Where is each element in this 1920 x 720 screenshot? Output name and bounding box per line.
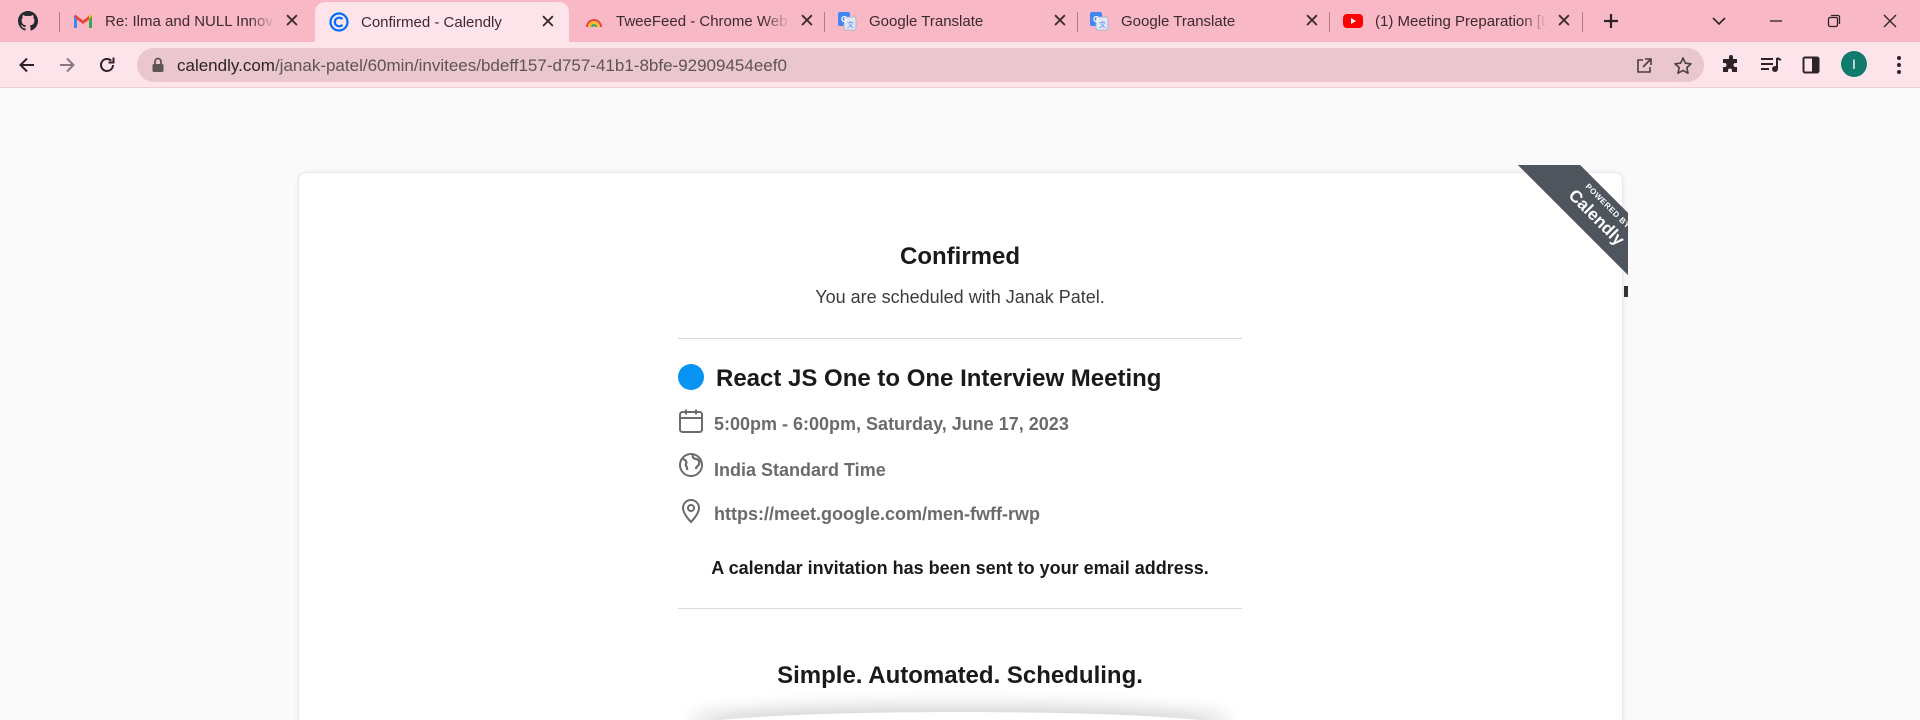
tab-google-translate[interactable]: G文 Google Translate ✕ xyxy=(837,0,1071,42)
address-bar[interactable]: calendly.com/janak-patel/60min/invitees/… xyxy=(137,48,1704,82)
browser-toolbar: calendly.com/janak-patel/60min/invitees/… xyxy=(0,42,1920,88)
event-color-dot xyxy=(678,364,704,390)
ribbon-band: POWERED BY Calendly xyxy=(1516,165,1628,297)
tab-separator xyxy=(824,12,825,32)
globe-icon xyxy=(678,452,704,478)
plus-icon xyxy=(1604,14,1618,28)
tab-title: (1) Meeting Preparation [L xyxy=(1375,12,1547,30)
close-icon[interactable]: ✕ xyxy=(796,10,818,32)
tab-strip: Re: Ilma and NULL Innovation ✕ Confirmed… xyxy=(0,0,1920,42)
close-icon[interactable]: ✕ xyxy=(281,10,303,32)
forward-button[interactable] xyxy=(51,49,83,81)
star-icon[interactable] xyxy=(1672,55,1694,77)
reload-button[interactable] xyxy=(91,49,123,81)
calendar-icon xyxy=(678,408,704,434)
reload-icon xyxy=(100,57,115,72)
url-text: calendly.com/janak-patel/60min/invitees/… xyxy=(177,56,787,76)
restore-icon xyxy=(1827,14,1841,28)
tab-title: Re: Ilma and NULL Innovation xyxy=(105,12,275,30)
event-time: 5:00pm - 6:00pm, Saturday, June 17, 2023 xyxy=(714,414,1069,434)
invitation-sent-note: A calendar invitation has been sent to y… xyxy=(711,558,1209,578)
back-button[interactable] xyxy=(11,49,43,81)
tab-title: TweeFeed - Chrome Web Store xyxy=(616,12,790,30)
tab-separator xyxy=(1077,12,1078,32)
ribbon-brand-text: Calendly xyxy=(1564,185,1628,250)
minimize-icon xyxy=(1770,20,1782,22)
tab-tweefeed[interactable]: TweeFeed - Chrome Web Store ✕ xyxy=(584,0,818,42)
github-icon xyxy=(18,11,38,31)
tab-title: Google Translate xyxy=(869,12,984,30)
location-pin-icon xyxy=(678,498,704,524)
chevron-down-icon xyxy=(1712,17,1726,26)
tab-separator xyxy=(59,12,60,32)
calendly-icon xyxy=(329,12,349,32)
tab-separator xyxy=(1582,12,1583,32)
close-window-button[interactable] xyxy=(1872,0,1908,42)
close-icon[interactable]: ✕ xyxy=(537,11,559,33)
minimize-button[interactable] xyxy=(1758,0,1794,42)
side-panel-icon[interactable] xyxy=(1797,51,1825,79)
google-translate-icon: G文 xyxy=(1089,11,1109,31)
scheduled-with-text: You are scheduled with Janak Patel. xyxy=(815,287,1105,307)
divider xyxy=(678,338,1242,339)
tab-google-translate-2[interactable]: G文 Google Translate ✕ xyxy=(1089,0,1323,42)
svg-text:文: 文 xyxy=(847,20,854,29)
event-location-link[interactable]: https://meet.google.com/men-fwff-rwp xyxy=(714,504,1040,525)
extensions-icon[interactable] xyxy=(1717,51,1745,79)
tab-search-button[interactable] xyxy=(1702,0,1736,42)
more-options-icon[interactable] xyxy=(1885,51,1913,79)
url-path: /janak-patel/60min/invitees/bdeff157-d75… xyxy=(274,56,787,75)
close-icon[interactable]: ✕ xyxy=(1049,10,1071,32)
event-timezone: India Standard Time xyxy=(714,460,886,480)
svg-text:文: 文 xyxy=(1099,20,1106,29)
media-control-icon[interactable] xyxy=(1757,51,1785,79)
powered-by-calendly-ribbon[interactable]: POWERED BY Calendly xyxy=(1496,165,1628,297)
youtube-icon xyxy=(1343,11,1363,31)
tab-github[interactable] xyxy=(18,0,52,42)
tab-gmail[interactable]: Re: Ilma and NULL Innovation ✕ xyxy=(73,0,303,42)
divider xyxy=(678,608,1242,609)
gmail-icon xyxy=(73,11,93,31)
arrow-left-icon xyxy=(19,57,34,73)
lock-icon xyxy=(151,57,165,78)
close-icon[interactable]: ✕ xyxy=(1553,10,1575,32)
arrow-right-icon xyxy=(60,57,75,73)
page-title: Confirmed xyxy=(900,243,1020,270)
tab-title: Confirmed - Calendly xyxy=(361,13,502,31)
event-name: React JS One to One Interview Meeting xyxy=(716,365,1162,392)
tab-title: Google Translate xyxy=(1121,12,1236,30)
close-icon[interactable]: ✕ xyxy=(1301,10,1323,32)
restore-button[interactable] xyxy=(1816,0,1852,42)
rainbow-icon xyxy=(584,11,604,31)
google-translate-icon: G文 xyxy=(837,11,857,31)
close-icon xyxy=(1883,14,1897,28)
share-icon[interactable] xyxy=(1633,55,1655,77)
url-host: calendly.com xyxy=(177,56,275,75)
tab-calendly[interactable]: Confirmed - Calendly ✕ xyxy=(315,2,569,42)
tab-youtube[interactable]: (1) Meeting Preparation [L ✕ xyxy=(1343,0,1575,42)
tab-separator xyxy=(1329,12,1330,32)
tagline: Simple. Automated. Scheduling. xyxy=(777,662,1143,689)
new-tab-button[interactable] xyxy=(1596,0,1626,42)
profile-avatar[interactable]: I xyxy=(1841,51,1867,77)
